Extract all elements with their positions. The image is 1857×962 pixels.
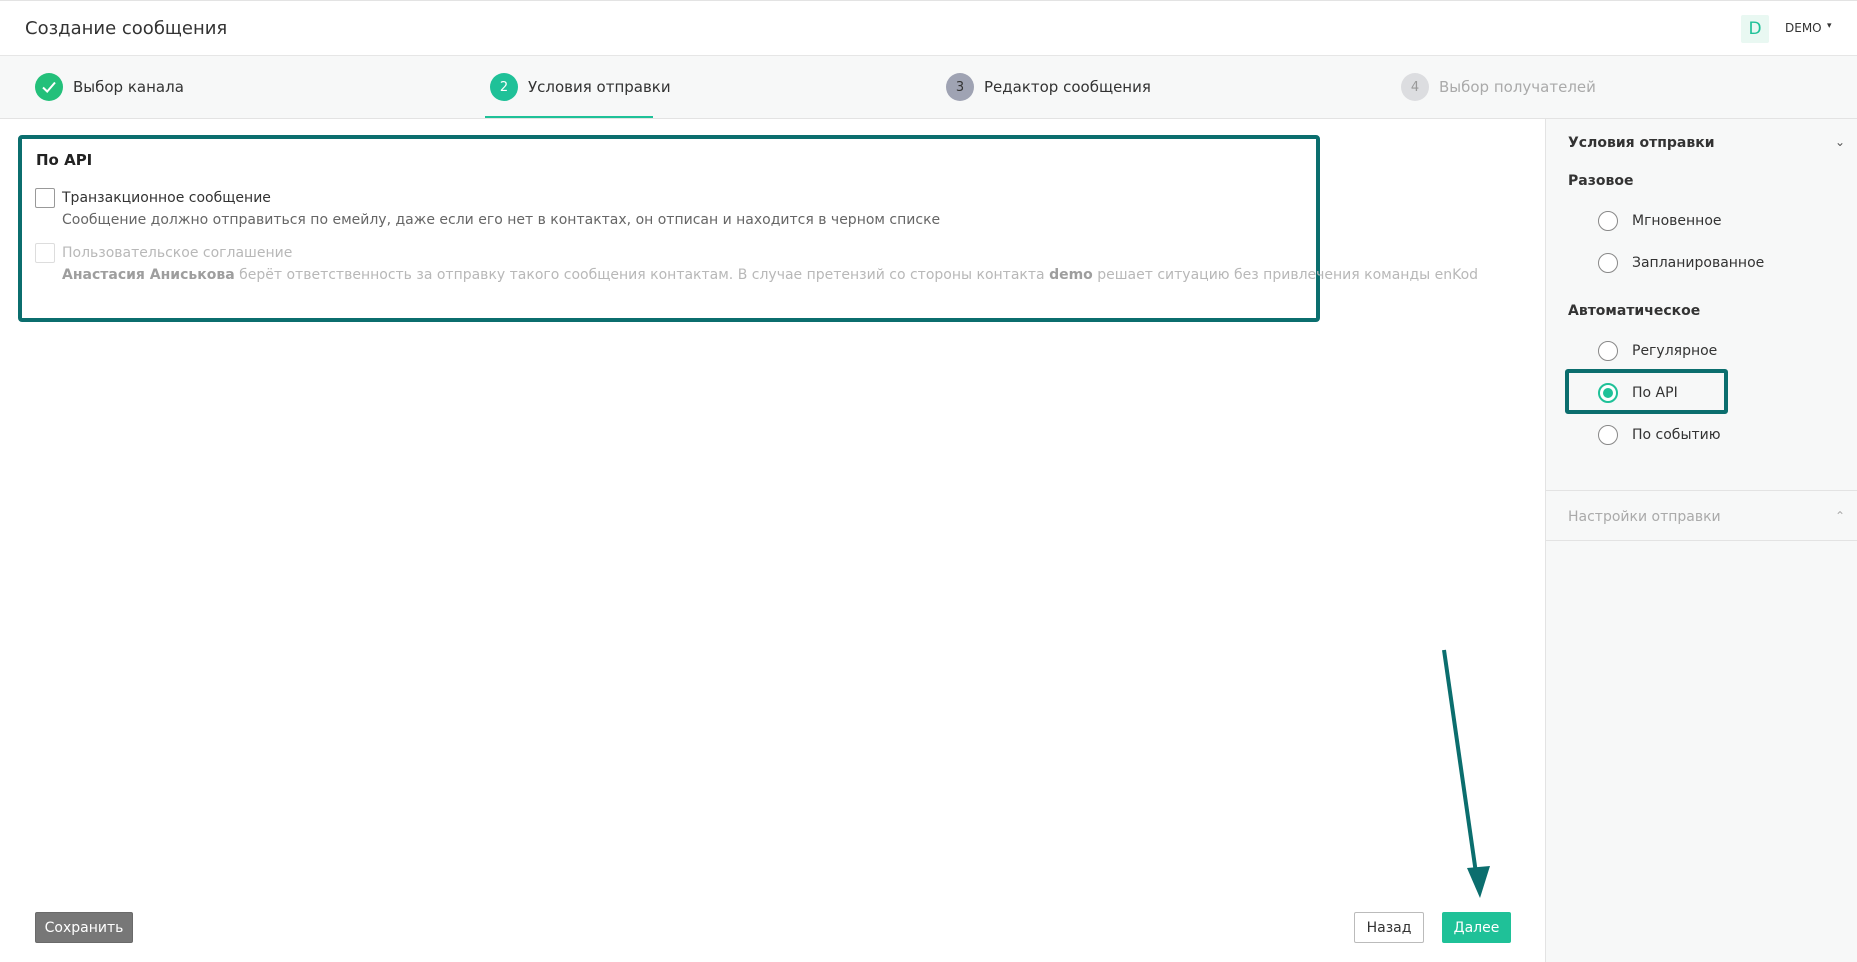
next-button[interactable]: Далее xyxy=(1442,912,1511,943)
step-number: 4 xyxy=(1401,73,1429,101)
step-number: 2 xyxy=(490,73,518,101)
api-section-title: По API xyxy=(36,151,93,169)
agreement-label: Пользовательское соглашение xyxy=(62,245,293,261)
step-number: 3 xyxy=(946,73,974,101)
conditions-sidebar: Условия отправки ⌄ Разовое Мгновенное За… xyxy=(1545,119,1857,962)
user-menu[interactable]: DEMO xyxy=(1785,21,1822,35)
step-label: Редактор сообщения xyxy=(984,78,1151,96)
radio-button[interactable] xyxy=(1598,211,1618,231)
sidebar-settings-title[interactable]: Настройки отправки xyxy=(1568,509,1721,525)
radio-label: Мгновенное xyxy=(1632,213,1722,229)
agreement-user-name: Анастасия Аниськова xyxy=(62,267,235,283)
sidebar-divider xyxy=(1546,540,1857,541)
radio-scheduled[interactable]: Запланированное xyxy=(1598,252,1764,274)
api-options-panel: По API Транзакционное сообщение Сообщени… xyxy=(18,135,1478,322)
radio-button[interactable] xyxy=(1598,425,1618,445)
page-title: Создание сообщения xyxy=(25,18,228,39)
transactional-checkbox[interactable] xyxy=(35,188,55,208)
sidebar-divider xyxy=(1546,490,1857,491)
radio-regular[interactable]: Регулярное xyxy=(1598,340,1717,362)
radio-button[interactable] xyxy=(1598,253,1618,273)
step-channel[interactable]: Выбор канала xyxy=(35,73,184,101)
transactional-label[interactable]: Транзакционное сообщение xyxy=(62,190,271,206)
save-button[interactable]: Сохранить xyxy=(35,912,133,943)
caret-down-icon[interactable]: ▾ xyxy=(1827,21,1832,31)
chevron-down-icon[interactable]: ⌄ xyxy=(1835,135,1845,149)
step-conditions[interactable]: 2 Условия отправки xyxy=(490,73,671,101)
main-content: По API Транзакционное сообщение Сообщени… xyxy=(0,119,1545,962)
radio-button[interactable] xyxy=(1598,341,1618,361)
step-label: Выбор канала xyxy=(73,78,184,96)
step-recipients: 4 Выбор получателей xyxy=(1401,73,1596,101)
agreement-contact-name: demo xyxy=(1049,267,1093,283)
active-step-indicator xyxy=(485,116,653,118)
annotation-arrow xyxy=(1442,649,1490,898)
sidebar-section-title[interactable]: Условия отправки xyxy=(1568,135,1715,151)
radio-label: Запланированное xyxy=(1632,255,1765,271)
radio-label: По событию xyxy=(1632,427,1721,443)
step-editor[interactable]: 3 Редактор сообщения xyxy=(946,73,1151,101)
wizard-stepper: Выбор канала 2 Условия отправки 3 Редакт… xyxy=(0,56,1857,119)
top-bar: Создание сообщения D DEMO ▾ xyxy=(0,0,1857,56)
group-auto-label: Автоматическое xyxy=(1568,303,1701,319)
radio-label: Регулярное xyxy=(1632,343,1718,359)
transactional-description: Сообщение должно отправиться по емейлу, … xyxy=(62,212,941,228)
radio-event[interactable]: По событию xyxy=(1598,424,1721,446)
group-once-label: Разовое xyxy=(1568,173,1634,189)
user-avatar[interactable]: D xyxy=(1741,15,1769,43)
api-option-highlight xyxy=(1565,369,1728,414)
back-button[interactable]: Назад xyxy=(1354,912,1424,943)
chevron-up-icon[interactable]: ⌃ xyxy=(1835,509,1845,523)
agreement-description: Анастасия Аниськова берёт ответственност… xyxy=(62,267,1479,283)
radio-instant[interactable]: Мгновенное xyxy=(1598,210,1722,232)
agreement-checkbox xyxy=(35,243,55,263)
step-label: Выбор получателей xyxy=(1439,78,1596,96)
step-label: Условия отправки xyxy=(528,78,671,96)
check-icon xyxy=(35,73,63,101)
